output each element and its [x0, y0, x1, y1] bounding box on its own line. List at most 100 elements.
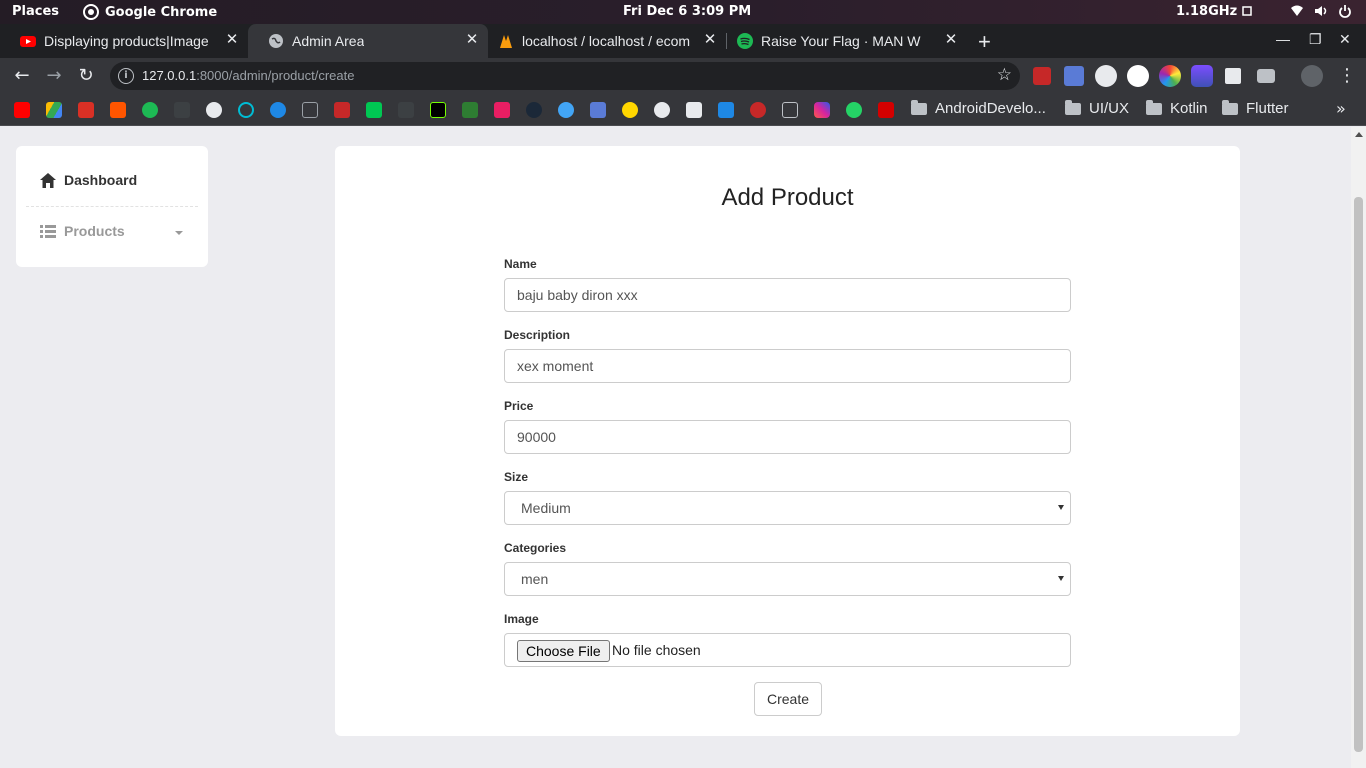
bookmark-star-icon[interactable]: ☆	[997, 65, 1012, 85]
bookmark-translate-icon[interactable]	[590, 102, 606, 118]
description-label: Description	[504, 328, 571, 342]
new-tab-button[interactable]: +	[978, 29, 991, 55]
folder-label: Kotlin	[1170, 100, 1208, 117]
translate-icon[interactable]	[1064, 66, 1084, 86]
address-bar[interactable]: i 127.0.0.1:8000/admin/product/create ☆	[110, 62, 1020, 90]
globe-icon	[269, 34, 283, 48]
bookmark-nine-icon[interactable]	[686, 102, 702, 118]
bookmark-1h-icon[interactable]	[878, 102, 894, 118]
bookmark-blank-icon[interactable]	[302, 102, 318, 118]
power-icon	[1338, 4, 1352, 18]
page-title: Add Product	[721, 184, 854, 211]
bookmark-steam-icon[interactable]	[526, 102, 542, 118]
wifi-icon	[1290, 4, 1304, 18]
bookmark-folder-uiux[interactable]: UI/UX	[1065, 99, 1129, 117]
bookmark-u-icon[interactable]	[718, 102, 734, 118]
tab-title: Admin Area	[292, 33, 365, 49]
os-top-bar: Places Google Chrome Fri Dec 6 3:09 PM 1…	[0, 0, 1366, 24]
color-picker-icon[interactable]	[1159, 65, 1181, 87]
name-label: Name	[504, 257, 537, 271]
tab-admin-area[interactable]: Admin Area ✕	[248, 24, 488, 58]
extension-compass-icon[interactable]	[1095, 65, 1117, 87]
bookmark-face-icon[interactable]	[654, 102, 670, 118]
choose-file-button[interactable]: Choose File	[517, 640, 610, 662]
categories-select[interactable]: men	[504, 562, 1071, 596]
folder-icon	[1065, 99, 1081, 115]
sidebar-item-label: Products	[64, 223, 125, 239]
font-finder-icon[interactable]	[1127, 65, 1149, 87]
close-icon[interactable]: ✕	[464, 32, 480, 48]
tab-strip: Displaying products|Image ✕ Admin Area ✕…	[0, 24, 1366, 58]
minimize-icon[interactable]: —	[1276, 31, 1290, 47]
screenshot-icon[interactable]	[1257, 69, 1275, 83]
price-field[interactable]: 90000	[504, 420, 1071, 454]
tab-spotify[interactable]: Raise Your Flag · MAN W ✕	[727, 24, 967, 58]
close-icon[interactable]: ✕	[943, 32, 959, 48]
description-field[interactable]: xex moment	[504, 349, 1071, 383]
forward-icon[interactable]: →	[43, 65, 65, 87]
bookmark-whatsapp-icon[interactable]	[846, 102, 862, 118]
bookmark-folder-flutter[interactable]: Flutter	[1222, 99, 1289, 117]
bookmark-drop-icon[interactable]	[270, 102, 286, 118]
chrome-icon	[83, 4, 99, 20]
bookmark-triangle-icon[interactable]	[398, 102, 414, 118]
back-icon[interactable]: ←	[11, 65, 33, 87]
bookmark-folder-kotlin[interactable]: Kotlin	[1146, 99, 1208, 117]
bookmark-play-icon[interactable]	[174, 102, 190, 118]
page-scrollbar[interactable]	[1351, 127, 1366, 768]
bookmark-gmail-icon[interactable]	[78, 102, 94, 118]
notes-icon[interactable]	[1225, 68, 1241, 84]
bookmark-soundcloud-icon[interactable]	[110, 102, 126, 118]
extension-purple-icon[interactable]	[1191, 65, 1213, 87]
maximize-icon[interactable]: ❐	[1309, 31, 1322, 48]
close-icon[interactable]: ✕	[702, 32, 718, 48]
clock[interactable]: Fri Dec 6 3:09 PM	[623, 4, 751, 19]
bookmark-terminal-icon[interactable]	[782, 102, 798, 118]
bookmark-book-icon[interactable]	[334, 102, 350, 118]
bookmark-globe-icon[interactable]	[206, 102, 222, 118]
size-select[interactable]: Medium	[504, 491, 1071, 525]
image-file-input[interactable]: Choose File No file chosen	[504, 633, 1071, 667]
tab-phpmyadmin[interactable]: localhost / localhost / ecom ✕	[488, 24, 726, 58]
bookmark-instagram-icon[interactable]	[814, 102, 830, 118]
reload-icon[interactable]: ↻	[75, 65, 97, 87]
bookmark-m-icon[interactable]	[750, 102, 766, 118]
bookmark-drive-icon[interactable]	[46, 102, 62, 118]
cpu-chip-icon	[1240, 4, 1254, 18]
scrollbar-thumb[interactable]	[1354, 197, 1363, 752]
window-close-icon[interactable]: ✕	[1339, 31, 1351, 48]
create-button[interactable]: Create	[754, 682, 822, 716]
site-info-icon[interactable]: i	[118, 68, 134, 84]
folder-icon	[1222, 99, 1238, 115]
chevron-down-icon[interactable]	[175, 231, 183, 235]
ublock-icon[interactable]	[1033, 67, 1051, 85]
bookmark-ftu-icon[interactable]	[366, 102, 382, 118]
bookmark-player-icon[interactable]	[238, 102, 254, 118]
home-icon	[40, 172, 56, 188]
scroll-up-arrow-icon[interactable]	[1355, 132, 1363, 137]
places-menu[interactable]: Places	[12, 4, 59, 19]
youtube-icon	[20, 36, 36, 47]
bookmark-youtube-icon[interactable]	[14, 102, 30, 118]
active-app-menu[interactable]: Google Chrome	[83, 4, 217, 20]
url-text[interactable]: 127.0.0.1:8000/admin/product/create	[142, 68, 355, 83]
bookmark-spotify-icon[interactable]	[142, 102, 158, 118]
bookmark-owl-icon[interactable]	[462, 102, 478, 118]
spotify-icon	[737, 33, 753, 49]
sidebar-item-dashboard[interactable]: Dashboard	[40, 172, 137, 188]
bookmarks-overflow-icon[interactable]: »	[1336, 99, 1346, 118]
bookmark-linux-icon[interactable]	[622, 102, 638, 118]
tab-displaying-products[interactable]: Displaying products|Image ✕	[0, 24, 248, 58]
sidebar-item-products[interactable]: Products	[40, 223, 125, 239]
bookmark-folder-android[interactable]: AndroidDevelo...	[911, 99, 1046, 117]
profile-avatar[interactable]	[1301, 65, 1323, 87]
folder-label: Flutter	[1246, 100, 1289, 117]
bookmark-c-icon[interactable]	[430, 102, 446, 118]
menu-kebab-icon[interactable]: ⋮	[1336, 65, 1358, 87]
size-label: Size	[504, 470, 529, 484]
bookmark-bl-icon[interactable]	[494, 102, 510, 118]
close-icon[interactable]: ✕	[224, 32, 240, 48]
bookmark-blue-icon[interactable]	[558, 102, 574, 118]
name-field[interactable]: baju baby diron xxx	[504, 278, 1071, 312]
system-tray[interactable]	[1240, 4, 1352, 18]
